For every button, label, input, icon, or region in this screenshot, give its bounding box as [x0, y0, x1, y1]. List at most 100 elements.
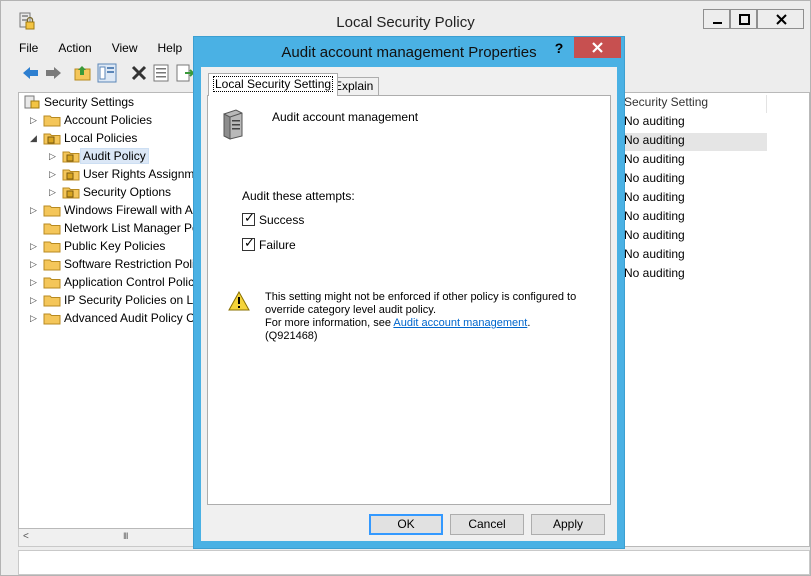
success-checkbox[interactable]: ✓ Success: [242, 210, 422, 229]
expand-arrow-icon[interactable]: ▷: [30, 115, 40, 125]
folder-icon: [43, 275, 61, 289]
failure-checkbox[interactable]: ✓ Failure: [242, 235, 422, 254]
security-settings-icon: [24, 95, 40, 109]
audit-account-management-link[interactable]: Audit account management: [393, 317, 527, 329]
delete-icon[interactable]: [129, 63, 149, 83]
tree-item-label: Account Policies: [64, 113, 153, 127]
tree-item-label: IP Security Policies on Lo: [64, 293, 200, 307]
policy-name: Audit account management: [272, 110, 419, 124]
policy-folder-icon: [62, 185, 80, 199]
cancel-button[interactable]: Cancel: [450, 514, 524, 535]
list-cell-security-setting[interactable]: No auditing: [622, 152, 767, 170]
expand-arrow-icon[interactable]: ▷: [30, 241, 40, 251]
tree-item[interactable]: Network List Manager Po: [19, 220, 213, 238]
menu-action[interactable]: Action: [58, 41, 91, 59]
tree-item-label: Application Control Polic: [64, 275, 195, 289]
tree-item[interactable]: ▷ Windows Firewall with Ac: [19, 202, 213, 220]
tree-item[interactable]: ▷ Software Restriction Polic: [19, 256, 213, 274]
tab-local-security-setting[interactable]: Local Security Setting: [208, 73, 339, 96]
tree-item-label: Advanced Audit Policy C: [64, 311, 195, 325]
close-button[interactable]: [757, 9, 804, 29]
up-folder-icon[interactable]: [73, 63, 93, 83]
expand-arrow-icon[interactable]: ▷: [49, 151, 59, 161]
tree-item[interactable]: ▷ Security Options: [19, 184, 213, 202]
menu-view[interactable]: View: [112, 41, 138, 59]
checkmark-icon: ✓: [244, 235, 255, 250]
menu-file[interactable]: File: [19, 41, 38, 59]
list-cell-security-setting[interactable]: No auditing: [622, 228, 767, 246]
tree-item[interactable]: ▷ User Rights Assignme: [19, 166, 213, 184]
audit-attempts-label: Audit these attempts:: [242, 189, 355, 203]
tree-item-label: User Rights Assignme: [83, 167, 202, 181]
tree-item[interactable]: ▷ Application Control Polic: [19, 274, 213, 292]
folder-icon: [43, 221, 61, 235]
list-cell-security-setting[interactable]: No auditing: [622, 171, 767, 189]
properties-icon[interactable]: [151, 63, 171, 83]
list-cell-security-setting[interactable]: No auditing: [622, 133, 767, 151]
tree-item[interactable]: ◢ Local Policies: [19, 130, 213, 148]
title-bar[interactable]: Local Security Policy: [1, 1, 810, 37]
expand-arrow-icon[interactable]: ▷: [30, 259, 40, 269]
scroll-left-arrow[interactable]: <: [23, 531, 29, 542]
help-button[interactable]: ?: [545, 38, 573, 58]
apply-button[interactable]: Apply: [531, 514, 605, 535]
show-hide-tree-icon[interactable]: [97, 63, 117, 83]
tab-local-security-setting-label: Local Security Setting: [212, 76, 334, 92]
folder-icon: [43, 113, 61, 127]
warning-line-3: For more information, see Audit account …: [265, 317, 585, 343]
tab-panel: Audit account management Audit these att…: [207, 95, 611, 505]
expand-arrow-icon[interactable]: ▷: [49, 169, 59, 179]
toolbar: [21, 63, 201, 85]
tree-item[interactable]: ▷ Public Key Policies: [19, 238, 213, 256]
back-arrow-icon[interactable]: [21, 63, 41, 83]
tree-item-label: Network List Manager Po: [64, 221, 199, 235]
tree-root[interactable]: Security Settings: [23, 94, 213, 112]
column-header-security-setting[interactable]: Security Setting: [622, 95, 767, 113]
ok-button[interactable]: OK: [369, 514, 443, 535]
list-cell-security-setting[interactable]: No auditing: [622, 247, 767, 265]
tree-item-label: Software Restriction Polic: [64, 257, 201, 271]
status-bar: [18, 550, 810, 575]
tree-pane: Security Settings ▷ Account Policies ◢ Loca…: [18, 92, 214, 529]
menu-bar: File Action View Help: [19, 41, 202, 59]
server-policy-icon: [223, 109, 243, 140]
tab-explain-label: Explain: [334, 79, 374, 93]
expand-arrow-icon[interactable]: ▷: [49, 187, 59, 197]
window-title: Local Security Policy: [336, 14, 475, 31]
list-cell-security-setting[interactable]: No auditing: [622, 266, 767, 284]
tree-horizontal-scrollbar[interactable]: < III: [18, 529, 214, 547]
expand-arrow-icon[interactable]: ▷: [30, 277, 40, 287]
export-list-icon[interactable]: [175, 63, 195, 83]
expand-arrow-icon[interactable]: ▷: [30, 205, 40, 215]
checkmark-icon: ✓: [244, 210, 255, 225]
expand-arrow-icon[interactable]: ▷: [30, 295, 40, 305]
tree-item-label: Security Options: [83, 185, 172, 199]
tree-item[interactable]: ▷ IP Security Policies on Lo: [19, 292, 213, 310]
dialog-close-button[interactable]: [574, 37, 621, 58]
maximize-button[interactable]: [730, 9, 757, 29]
list-cell-security-setting[interactable]: No auditing: [622, 209, 767, 227]
list-cell-security-setting[interactable]: No auditing: [622, 114, 767, 132]
warning-text: This setting might not be enforced if ot…: [265, 291, 585, 343]
warning-icon: [228, 291, 250, 311]
close-icon: [592, 42, 603, 53]
dialog-title: Audit account management Properties: [281, 44, 537, 61]
warning-line-2: override category level audit policy.: [265, 304, 436, 316]
dialog-body: Explain Local Security Setting Audit acc…: [201, 67, 617, 541]
tree-item[interactable]: ▷ Advanced Audit Policy C: [19, 310, 213, 328]
policy-folder-icon: [62, 167, 80, 181]
tree-item-label: Local Policies: [64, 131, 138, 145]
expand-arrow-icon[interactable]: ▷: [30, 313, 40, 323]
tree-item[interactable]: ▷ Audit Policy: [19, 148, 213, 166]
scroll-thumb-grip[interactable]: III: [123, 531, 128, 541]
tree-item-label: Windows Firewall with Ac: [64, 203, 199, 217]
tree-item-label: Public Key Policies: [64, 239, 166, 253]
menu-help[interactable]: Help: [158, 41, 183, 59]
list-cell-security-setting[interactable]: No auditing: [622, 190, 767, 208]
collapse-arrow-icon[interactable]: ◢: [30, 133, 40, 143]
tree-item[interactable]: ▷ Account Policies: [19, 112, 213, 130]
folder-icon: [43, 293, 61, 307]
forward-arrow-icon[interactable]: [43, 63, 63, 83]
minimize-button[interactable]: [703, 9, 730, 29]
close-icon: [776, 14, 787, 25]
